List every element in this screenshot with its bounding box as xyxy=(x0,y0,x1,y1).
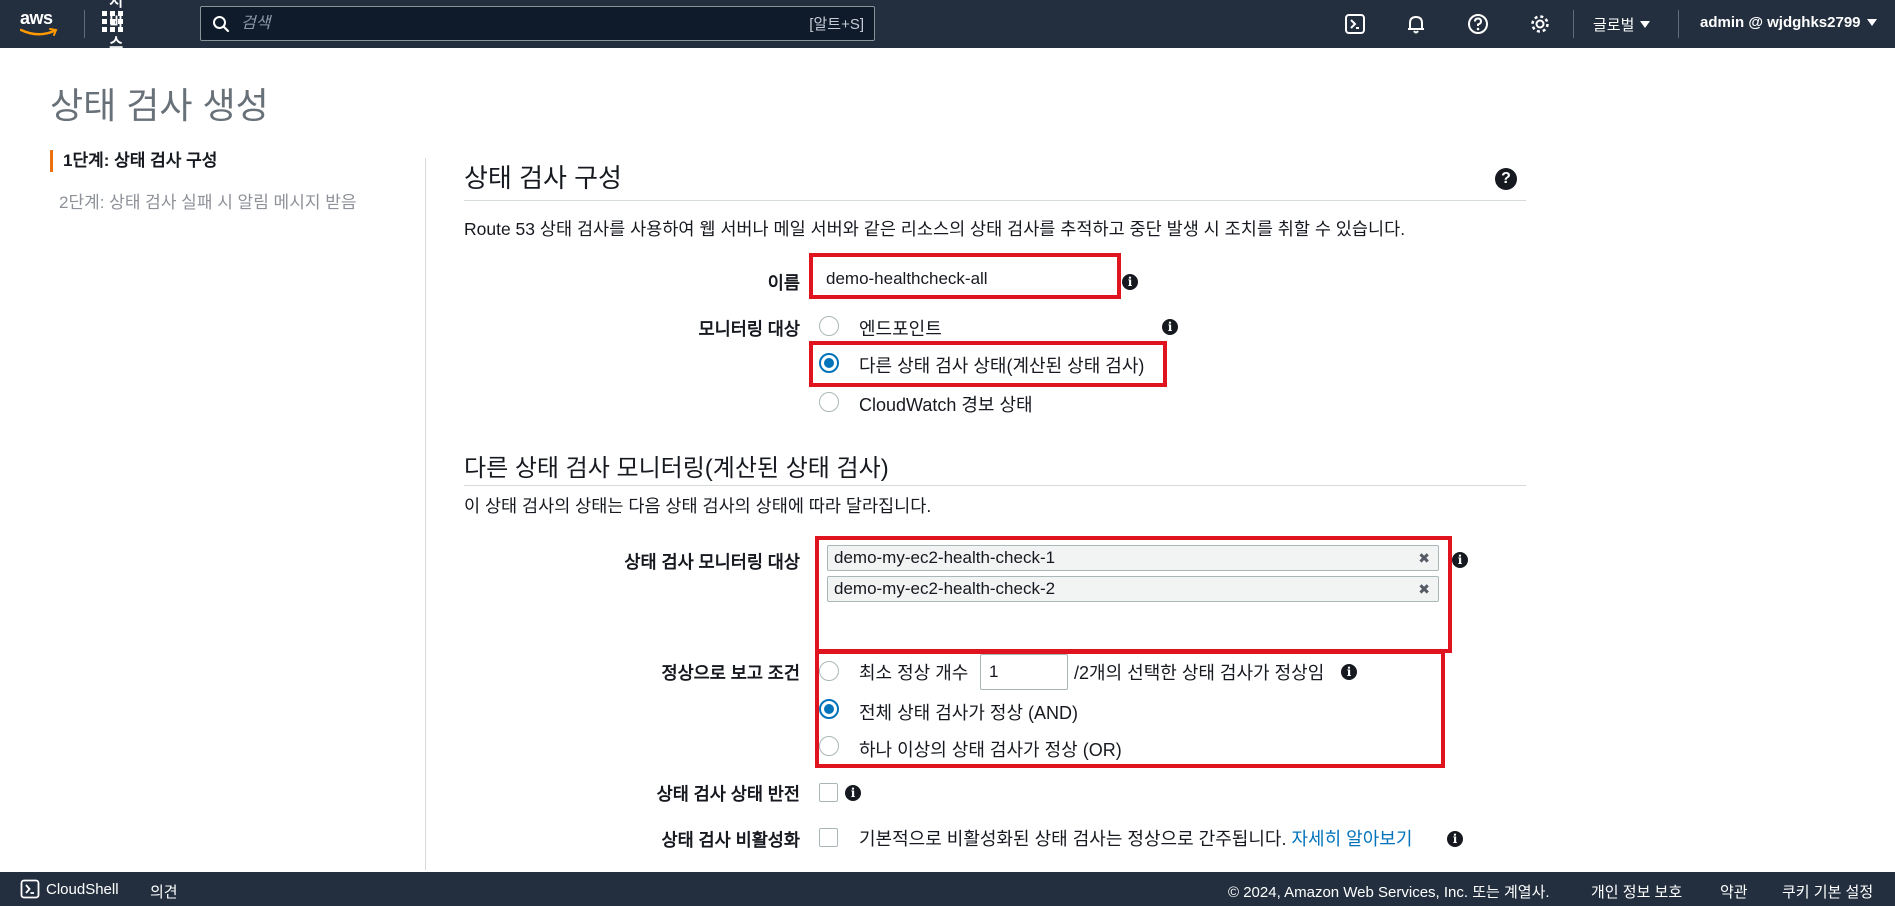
radio-min-healthy[interactable] xyxy=(819,661,839,681)
info-icon[interactable]: i xyxy=(1122,274,1138,290)
disable-label: 상태 검사 비활성화 xyxy=(661,830,800,850)
cookie-preferences-link[interactable]: 쿠키 기본 설정 xyxy=(1782,881,1873,902)
sidebar-divider xyxy=(425,158,426,870)
cloudshell-icon[interactable] xyxy=(1342,11,1368,37)
section-divider xyxy=(464,485,1526,486)
step-1[interactable]: 1단계: 상태 검사 구성 xyxy=(50,150,356,172)
search-shortcut: [알트+S] xyxy=(809,16,864,33)
monitored-label: 상태 검사 모니터링 대상 xyxy=(624,552,800,572)
search-icon xyxy=(201,15,241,33)
region-label: 글로벌 xyxy=(1593,17,1635,34)
disable-description: 기본적으로 비활성화된 상태 검사는 정상으로 간주됩니다. 자세히 알아보기 xyxy=(859,825,1412,851)
radio-any-healthy-or[interactable] xyxy=(819,736,839,756)
info-icon[interactable]: i xyxy=(1341,664,1357,680)
wizard-steps: 1단계: 상태 검사 구성 2단계: 상태 검사 실패 시 알림 메시지 받음 xyxy=(50,150,356,214)
config-description: Route 53 상태 검사를 사용하여 웹 서버나 메일 서버와 같은 리소스… xyxy=(464,219,1406,239)
info-icon[interactable]: i xyxy=(845,785,861,801)
section-title-calculated: 다른 상태 검사 모니터링(계산된 상태 검사) xyxy=(464,455,889,482)
copyright: © 2024, Amazon Web Services, Inc. 또는 계열사… xyxy=(1228,884,1550,901)
aws-logo-text: aws xyxy=(20,8,53,28)
invert-checkbox[interactable] xyxy=(819,783,838,802)
radio-calculated[interactable] xyxy=(819,353,839,373)
aws-smile-icon xyxy=(20,28,58,36)
min-healthy-suffix: /2개의 선택한 상태 검사가 정상임 xyxy=(1074,663,1325,683)
name-label: 이름 xyxy=(767,273,800,293)
help-icon[interactable] xyxy=(1465,11,1491,37)
notifications-bell-icon[interactable] xyxy=(1403,11,1429,37)
calculated-description: 이 상태 검사의 상태는 다음 상태 검사의 상태에 따라 달라집니다. xyxy=(464,496,932,516)
tag-label: demo-my-ec2-health-check-1 xyxy=(834,548,1056,567)
privacy-link[interactable]: 개인 정보 보호 xyxy=(1591,881,1682,902)
selected-healthcheck-tag: demo-my-ec2-health-check-1 ✖ xyxy=(827,545,1439,571)
step-2: 2단계: 상태 검사 실패 시 알림 메시지 받음 xyxy=(59,193,357,212)
radio-cloudwatch-label: CloudWatch 경보 상태 xyxy=(859,395,1033,415)
min-healthy-input[interactable] xyxy=(980,654,1068,690)
min-healthy-prefix: 최소 정상 개수 xyxy=(859,663,969,683)
learn-more-link[interactable]: 자세히 알아보기 xyxy=(1291,829,1412,849)
section-divider xyxy=(464,200,1526,201)
search-input[interactable] xyxy=(241,14,810,33)
any-healthy-label: 하나 이상의 상태 검사가 정상 (OR) xyxy=(859,740,1122,760)
radio-endpoint[interactable] xyxy=(819,316,839,336)
name-input[interactable] xyxy=(818,266,1112,292)
radio-endpoint-label: 엔드포인트 xyxy=(859,319,942,339)
region-selector[interactable]: 글로벌 xyxy=(1593,14,1651,35)
selected-healthcheck-tag: demo-my-ec2-health-check-2 ✖ xyxy=(827,576,1439,602)
search-bar[interactable]: [알트+S] xyxy=(200,6,875,41)
section-title-config: 상태 검사 구성 xyxy=(464,163,622,193)
cloudshell-icon xyxy=(20,879,40,899)
chevron-down-icon xyxy=(1640,21,1651,28)
settings-gear-icon[interactable] xyxy=(1527,11,1553,37)
top-navigation: aws 서비스 [알트+S] 글로벌 admin @ wjdghks2799 xyxy=(0,0,1895,52)
remove-tag-icon[interactable]: ✖ xyxy=(1418,581,1430,598)
info-icon[interactable]: i xyxy=(1452,552,1468,568)
monitor-label: 모니터링 대상 xyxy=(698,319,800,339)
nav-divider xyxy=(1678,10,1679,38)
info-icon[interactable]: i xyxy=(1162,319,1178,335)
disable-checkbox[interactable] xyxy=(819,828,838,847)
remove-tag-icon[interactable]: ✖ xyxy=(1418,550,1430,567)
radio-calculated-label: 다른 상태 검사 상태(계산된 상태 검사) xyxy=(859,356,1145,376)
tag-label: demo-my-ec2-health-check-2 xyxy=(834,579,1056,598)
radio-all-healthy-and[interactable] xyxy=(819,699,839,719)
nav-divider xyxy=(84,10,85,38)
help-icon[interactable]: ? xyxy=(1495,168,1517,190)
page-title: 상태 검사 생성 xyxy=(50,85,269,126)
services-label: 서비스 xyxy=(109,0,123,52)
account-menu[interactable]: admin @ wjdghks2799 xyxy=(1700,14,1877,31)
footer: CloudShell 의견 © 2024, Amazon Web Service… xyxy=(0,872,1895,906)
cloudshell-button[interactable]: CloudShell xyxy=(20,879,119,899)
cloudshell-label: CloudShell xyxy=(46,880,119,898)
account-label: admin @ wjdghks2799 xyxy=(1700,14,1861,31)
chevron-down-icon xyxy=(1866,19,1877,26)
aws-logo[interactable]: aws xyxy=(20,9,64,39)
healthy-condition-label: 정상으로 보고 조건 xyxy=(661,663,800,683)
nav-divider xyxy=(1573,10,1574,38)
terms-link[interactable]: 약관 xyxy=(1720,881,1748,902)
feedback-link[interactable]: 의견 xyxy=(150,881,178,902)
services-menu-button[interactable]: 서비스 xyxy=(102,0,123,52)
disable-text: 기본적으로 비활성화된 상태 검사는 정상으로 간주됩니다. xyxy=(859,829,1287,849)
all-healthy-label: 전체 상태 검사가 정상 (AND) xyxy=(859,703,1079,723)
radio-cloudwatch[interactable] xyxy=(819,392,839,412)
info-icon[interactable]: i xyxy=(1447,831,1463,847)
invert-label: 상태 검사 상태 반전 xyxy=(656,784,800,804)
